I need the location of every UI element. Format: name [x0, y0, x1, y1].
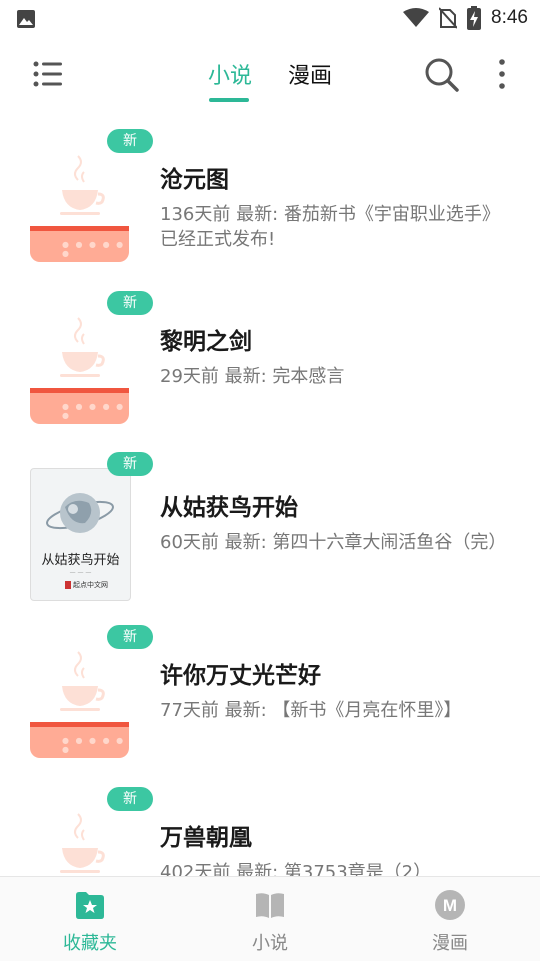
teacup-icon: [60, 155, 105, 215]
nav-favorites[interactable]: 收藏夹: [0, 877, 180, 961]
teacup-icon: [60, 651, 105, 711]
cover-author-line: — — —: [69, 569, 92, 576]
list-menu-icon[interactable]: [32, 60, 64, 88]
tab-novel[interactable]: 小说: [208, 58, 252, 90]
tab-manga[interactable]: 漫画: [288, 58, 332, 90]
placeholder-cover: ● ● ● ● ● ●: [30, 308, 129, 436]
new-badge: 新: [107, 291, 153, 315]
book-latest-chapter: 77天前 最新: 【新书《月亮在怀里》】: [160, 700, 462, 721]
book-latest-chapter: 60天前 最新: 第四十六章大闹活鱼谷（完）: [160, 532, 507, 553]
book-item[interactable]: ● ● ● ● ● ● 新 许你万丈光芒好 77天前 最新: 【新书《月亮在怀里…: [0, 614, 540, 776]
book-item[interactable]: ● ● ● ● ● ● 新 沧元图 136天前 最新: 番茄新书《宇宙职业选手》…: [0, 118, 540, 280]
nav-novel-label: 小说: [252, 933, 288, 954]
teacup-icon: [60, 813, 105, 873]
new-badge: 新: [107, 625, 153, 649]
search-icon[interactable]: [424, 57, 460, 93]
status-time: 8:46: [491, 7, 528, 28]
nav-manga[interactable]: M 漫画: [360, 877, 540, 961]
placeholder-cover: ● ● ● ● ● ●: [30, 804, 129, 876]
book-title: 万兽朝凰: [160, 825, 252, 851]
folder-star-icon: [76, 892, 104, 919]
book-item[interactable]: ● ● ● ● ● ● 新 万兽朝凰 402天前 最新: 第3753章是（2）: [0, 776, 540, 876]
bottom-navigation: 收藏夹 小说 M 漫画: [0, 876, 540, 961]
book-title: 黎明之剑: [160, 329, 252, 355]
book-latest-chapter: 29天前 最新: 完本感言: [160, 366, 345, 387]
book-cover-image: 从姑获鸟开始 — — — 起点中文网: [30, 468, 131, 601]
tab-bar: 小说 漫画: [200, 44, 340, 104]
book-item[interactable]: ● ● ● ● ● ● 新 黎明之剑 29天前 最新: 完本感言: [0, 280, 540, 442]
active-tab-indicator: [209, 98, 249, 102]
publisher-logo: [65, 581, 71, 589]
top-app-bar: 小说 漫画: [0, 44, 540, 104]
book-item[interactable]: 从姑获鸟开始 — — — 起点中文网 新 从姑获鸟开始 60天前 最新: 第四十…: [0, 452, 540, 614]
book-title: 沧元图: [160, 167, 229, 193]
book-title: 许你万丈光芒好: [160, 663, 321, 689]
cover-title: 从姑获鸟开始: [41, 553, 120, 568]
placeholder-cover: ● ● ● ● ● ●: [30, 642, 129, 770]
teacup-icon: [60, 317, 105, 377]
new-badge: 新: [107, 787, 153, 811]
cover-publisher: 起点中文网: [73, 581, 108, 589]
book-icon: [256, 893, 284, 918]
more-vertical-icon[interactable]: [496, 57, 508, 93]
manga-m-icon: M: [435, 890, 465, 920]
nav-favorites-label: 收藏夹: [63, 933, 117, 954]
book-title: 从姑获鸟开始: [160, 495, 298, 521]
nav-novel[interactable]: 小说: [180, 877, 360, 961]
new-badge: 新: [107, 129, 153, 153]
wifi-icon: [403, 8, 430, 27]
new-badge: 新: [107, 452, 153, 476]
book-latest-chapter: 402天前 最新: 第3753章是（2）: [160, 862, 432, 876]
bookshelf-list: ● ● ● ● ● ● 新 沧元图 136天前 最新: 番茄新书《宇宙职业选手》…: [0, 118, 540, 876]
planet-illustration: [46, 493, 114, 533]
svg-text:M: M: [443, 896, 457, 915]
nav-manga-label: 漫画: [432, 933, 468, 954]
no-sim-icon: [439, 7, 458, 29]
image-icon: [17, 10, 35, 28]
placeholder-cover: ● ● ● ● ● ●: [30, 146, 129, 274]
book-latest-chapter: 136天前 最新: 番茄新书《宇宙职业选手》已经正式发布!: [160, 204, 500, 250]
battery-charging-icon: [467, 6, 482, 30]
status-bar: 8:46: [0, 0, 540, 36]
